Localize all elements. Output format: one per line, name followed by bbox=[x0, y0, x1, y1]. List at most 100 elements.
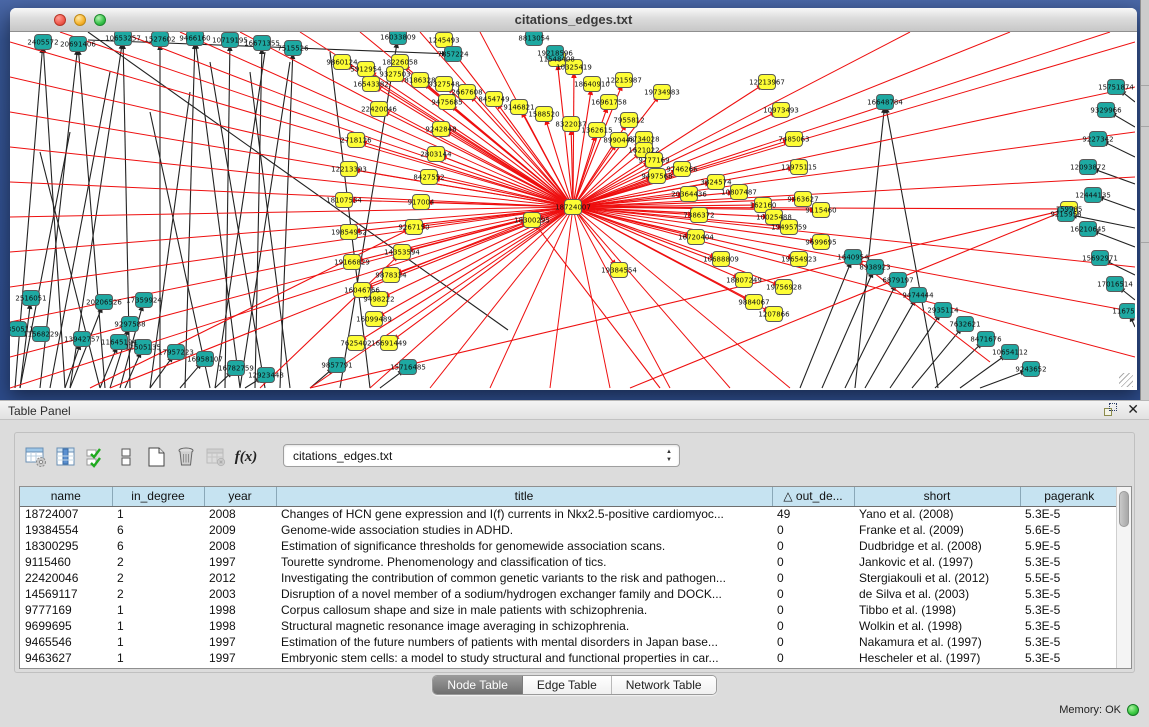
table-row[interactable]: 1830029562008Estimation of significance … bbox=[20, 538, 1118, 554]
table-settings-icon[interactable] bbox=[21, 443, 51, 471]
side-panel-edge bbox=[1140, 0, 1149, 400]
node-label: 2405572 bbox=[27, 38, 58, 46]
node-label: 8938923 bbox=[859, 263, 890, 271]
node-label: 10025488 bbox=[756, 213, 792, 221]
table-scrollbar[interactable] bbox=[1116, 487, 1131, 668]
function-builder-icon[interactable]: f(x) bbox=[231, 443, 261, 471]
node-label: 1362615 bbox=[581, 126, 612, 134]
dropdown-spinner-icon: ▲▼ bbox=[666, 448, 672, 464]
node-label: 12215987 bbox=[606, 76, 642, 84]
node-label: 9857791 bbox=[321, 361, 352, 369]
show-column-icon[interactable] bbox=[51, 443, 81, 471]
node-label: 9699695 bbox=[805, 238, 836, 246]
node-label: 1527602 bbox=[144, 35, 175, 43]
column-header[interactable]: title bbox=[276, 487, 772, 506]
node-label: 9475685 bbox=[431, 98, 462, 106]
node-label: 2718126 bbox=[340, 136, 372, 144]
node-label: 917004 bbox=[408, 198, 435, 206]
table-row[interactable]: 1938455462009Genome-wide association stu… bbox=[20, 522, 1118, 538]
node-label: 20364436 bbox=[671, 190, 707, 198]
table-toolbar: f(x) bbox=[21, 441, 261, 473]
table-row[interactable]: 969969511998Structural magnetic resonanc… bbox=[20, 618, 1118, 634]
node-label: 2803144 bbox=[420, 150, 452, 158]
column-header[interactable]: name bbox=[20, 487, 112, 506]
node-label: 1621022 bbox=[628, 146, 659, 154]
node-label: 9777169 bbox=[638, 156, 669, 164]
table-row[interactable]: 2242004622012Investigating the contribut… bbox=[20, 570, 1118, 586]
new-table-icon[interactable] bbox=[141, 443, 171, 471]
attribute-table[interactable]: namein_degreeyeartitle△ out_de...shortpa… bbox=[19, 486, 1132, 669]
node-label: 7955812 bbox=[613, 116, 644, 124]
node-label: 19854932 bbox=[331, 228, 367, 236]
network-graph[interactable]: 1872400798601245912954182260589327503818… bbox=[10, 32, 1135, 389]
node-label: 16691449 bbox=[371, 339, 407, 347]
table-row[interactable]: 977716911998Corpus callosum shape and si… bbox=[20, 602, 1118, 618]
memory-status-label: Memory: OK bbox=[1059, 704, 1121, 716]
table-row[interactable]: 1872400712008Changes of HCN gene express… bbox=[20, 506, 1118, 522]
table-row[interactable]: 1456911722003Disruption of a novel membe… bbox=[20, 586, 1118, 602]
row-height-icon[interactable] bbox=[111, 443, 141, 471]
select-rows-icon[interactable] bbox=[81, 443, 111, 471]
table-selector-dropdown[interactable]: citations_edges.txt ▲▼ bbox=[283, 444, 680, 467]
table-panel-body: f(x) citations_edges.txt ▲▼ namein_degre… bbox=[0, 421, 1149, 727]
node-label: 18724007 bbox=[555, 203, 591, 211]
node-label: 1245493 bbox=[428, 36, 459, 44]
node-label: 16099489 bbox=[356, 315, 392, 323]
scrollbar-thumb[interactable] bbox=[1119, 491, 1129, 527]
window-titlebar[interactable]: citations_edges.txt bbox=[10, 8, 1137, 32]
network-view-window[interactable]: citations_edges.txt 18724007986012459129… bbox=[10, 8, 1137, 390]
node-label: 5912954 bbox=[350, 65, 382, 73]
delete-table-icon[interactable] bbox=[201, 443, 231, 471]
tab-edge-table[interactable]: Edge Table bbox=[523, 676, 612, 694]
node-label: 18807249 bbox=[726, 276, 762, 284]
node-label: 12505135 bbox=[125, 343, 161, 351]
node-label: 6734028 bbox=[628, 135, 659, 143]
node-label: 1167533 bbox=[1112, 307, 1135, 315]
column-header[interactable]: in_degree bbox=[112, 487, 204, 506]
node-label: 12975115 bbox=[781, 163, 817, 171]
table-panel-title: Table Panel bbox=[8, 404, 71, 418]
status-bar: Memory: OK bbox=[1059, 704, 1139, 716]
node-label: 18107534 bbox=[326, 196, 362, 204]
column-header[interactable]: pagerank bbox=[1020, 487, 1118, 506]
node-label: 13942757 bbox=[64, 335, 100, 343]
node-label: 16033809 bbox=[380, 33, 416, 41]
delete-column-icon[interactable] bbox=[171, 443, 201, 471]
memory-ok-icon bbox=[1127, 704, 1139, 716]
node-label: 17359924 bbox=[126, 296, 162, 304]
node-label: 9878334 bbox=[375, 271, 407, 279]
node-label: 15692971 bbox=[1082, 254, 1118, 262]
table-row[interactable]: 946362711997Embryonic stem cells: a mode… bbox=[20, 650, 1118, 666]
network-desktop: citations_edges.txt 18724007986012459129… bbox=[0, 0, 1149, 400]
resize-grip-icon[interactable] bbox=[1119, 373, 1133, 387]
column-header[interactable]: year bbox=[204, 487, 276, 506]
node-label: 18226058 bbox=[382, 58, 418, 66]
column-header[interactable]: △ out_de... bbox=[772, 487, 854, 506]
node-label: 18640910 bbox=[574, 80, 610, 88]
network-canvas[interactable]: 1872400798601245912954182260589327503818… bbox=[10, 32, 1135, 389]
column-header[interactable]: short bbox=[854, 487, 1020, 506]
node-label: 9497568 bbox=[641, 172, 672, 180]
node-label: 162160 bbox=[750, 201, 777, 209]
node-label: 9329966 bbox=[1090, 106, 1122, 114]
node-label: 7625402 bbox=[340, 339, 371, 347]
node-label: 11568229 bbox=[23, 330, 59, 338]
node-label: 9215958 bbox=[1050, 210, 1081, 218]
float-panel-icon[interactable] bbox=[1104, 403, 1117, 416]
node-label: 9242848 bbox=[425, 125, 456, 133]
node-label: 15716485 bbox=[390, 363, 426, 371]
table-row[interactable]: 946554611997Estimation of the future num… bbox=[20, 634, 1118, 650]
close-panel-icon[interactable]: ✕ bbox=[1127, 403, 1139, 416]
node-label: 20206526 bbox=[86, 298, 122, 306]
node-label: 16961758 bbox=[591, 98, 627, 106]
node-label: 9463627 bbox=[787, 195, 818, 203]
tab-node-table[interactable]: Node Table bbox=[433, 676, 523, 694]
node-label: 7632621 bbox=[949, 320, 980, 328]
node-label: 16671355 bbox=[244, 39, 280, 47]
node-label: 3824574 bbox=[700, 178, 732, 186]
node-label: 2935114 bbox=[927, 306, 959, 314]
node-label: 8471676 bbox=[970, 335, 1002, 343]
table-row[interactable]: 911546021997Tourette syndrome. Phenomeno… bbox=[20, 554, 1118, 570]
tab-network-table[interactable]: Network Table bbox=[612, 676, 716, 694]
node-label: 19384554 bbox=[601, 266, 637, 274]
